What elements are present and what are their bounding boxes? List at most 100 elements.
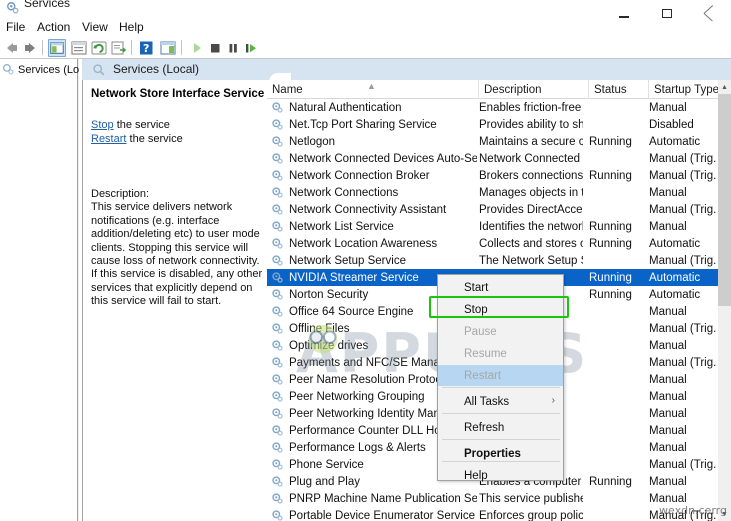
minimize-icon: [618, 16, 629, 18]
table-row[interactable]: Network Connected Devices Auto-Set... Net…: [267, 150, 719, 167]
maximize-button[interactable]: [645, 0, 688, 20]
cell-startup: Manual (Trig.: [649, 458, 717, 471]
start-service-button[interactable]: [188, 39, 206, 57]
restart-service-link[interactable]: Restart: [91, 133, 126, 145]
table-row[interactable]: Network Connections Manages objects in th…: [267, 184, 719, 201]
context-menu-item-pause: Pause: [438, 321, 563, 342]
close-button[interactable]: [688, 0, 731, 20]
table-row[interactable]: Natural Authentication Enables friction-f…: [267, 99, 719, 116]
scroll-down-button[interactable]: ▼: [718, 507, 731, 521]
column-header-status[interactable]: Status: [589, 80, 649, 99]
service-gear-icon: [272, 119, 283, 130]
service-gear-icon: [272, 153, 283, 164]
service-gear-icon: [272, 136, 283, 147]
cell-status: Running: [589, 169, 632, 182]
toolbar-separator-2: [131, 40, 132, 55]
cell-name: Network Connections: [289, 186, 399, 199]
service-gear-icon: [272, 340, 283, 351]
back-button[interactable]: [2, 39, 20, 57]
cell-name: Natural Authentication: [289, 101, 402, 114]
menu-action[interactable]: Action: [31, 20, 76, 34]
vertical-scrollbar[interactable]: ▲ ▼: [718, 80, 731, 521]
service-gear-icon: [272, 221, 283, 232]
menu-view[interactable]: View: [76, 20, 114, 34]
cell-status: Running: [589, 135, 632, 148]
service-gear-icon: [272, 204, 283, 215]
table-row[interactable]: Netlogon Maintains a secure cha... Running…: [267, 133, 719, 150]
scroll-up-button[interactable]: ▲: [718, 80, 731, 94]
cell-startup: Automatic: [649, 288, 701, 301]
context-menu-item-label: Pause: [464, 325, 497, 338]
minimize-button[interactable]: [602, 0, 645, 20]
cell-status: [589, 354, 641, 371]
service-detail-pane: Network Store Interface Service Stop the…: [82, 80, 266, 521]
table-row[interactable]: Portable Device Enumerator Service Enforc…: [267, 507, 719, 521]
table-row[interactable]: Network Connectivity Assistant Provides D…: [267, 201, 719, 218]
service-gear-icon: [272, 459, 283, 470]
context-menu-separator-4: [442, 461, 560, 462]
cell-status: Running: [589, 475, 632, 488]
cell-description: Maintains a secure cha...: [479, 135, 583, 148]
scrollbar-thumb[interactable]: [718, 94, 731, 306]
cell-startup: Manual: [649, 492, 687, 505]
context-menu-item-start[interactable]: Start: [438, 277, 563, 298]
service-gear-icon: [272, 187, 283, 198]
cell-name: Network Connected Devices Auto-Set...: [289, 152, 477, 165]
context-menu-item-restart: Restart: [438, 365, 563, 386]
context-menu-item-refresh[interactable]: Refresh: [438, 417, 563, 438]
stop-service-link[interactable]: Stop: [91, 119, 114, 131]
context-menu-item-stop[interactable]: Stop: [438, 299, 563, 320]
cell-startup: Manual: [649, 441, 687, 454]
table-row[interactable]: Net.Tcp Port Sharing Service Provides abi…: [267, 116, 719, 133]
menu-bar: File Action View Help: [0, 20, 731, 37]
table-row[interactable]: Network Setup Service The Network Setup S…: [267, 252, 719, 269]
menu-file[interactable]: File: [0, 20, 31, 34]
context-menu-item-help[interactable]: Help: [438, 465, 563, 486]
service-gear-icon: [272, 357, 283, 368]
cell-startup: Manual: [649, 305, 687, 318]
tree-item-services-local[interactable]: Services (Loca: [2, 63, 91, 76]
cell-startup: Manual: [649, 373, 687, 386]
title-bar: Services: [0, 0, 731, 21]
cell-status: Running: [589, 220, 632, 233]
cell-description: Brokers connections t...: [479, 169, 583, 182]
table-row[interactable]: Network Location Awareness Collects and s…: [267, 235, 719, 252]
table-row[interactable]: Network List Service Identifies the netwo…: [267, 218, 719, 235]
restart-service-button[interactable]: [242, 39, 260, 57]
context-menu-item-all-tasks[interactable]: All Tasks ›: [438, 391, 563, 412]
service-gear-icon: [272, 323, 283, 334]
properties-button[interactable]: [70, 39, 88, 57]
context-menu-item-label: Properties: [464, 447, 521, 460]
forward-button[interactable]: [22, 39, 40, 57]
cell-name: Network Connectivity Assistant: [289, 203, 447, 216]
toolbar-separator-1: [42, 40, 43, 55]
svg-text:?: ?: [143, 42, 149, 55]
help-button[interactable]: ?: [137, 39, 155, 57]
context-menu-separator-2: [442, 413, 560, 414]
table-row[interactable]: Network Connection Broker Brokers connect…: [267, 167, 719, 184]
close-icon: [704, 8, 716, 18]
cell-startup: Manual (Trig.: [649, 203, 717, 216]
tab-services-local[interactable]: Services (Local): [113, 62, 199, 76]
window-title: Services: [24, 0, 71, 10]
service-gear-icon: [272, 102, 283, 113]
restart-service-suffix: the service: [126, 133, 183, 145]
cell-name: Netlogon: [289, 135, 336, 148]
show-action-pane-button[interactable]: [159, 39, 177, 57]
service-gear-icon: [272, 289, 283, 300]
service-gear-icon: [272, 238, 283, 249]
show-hide-console-tree-button[interactable]: [48, 39, 66, 57]
export-list-button[interactable]: [110, 39, 128, 57]
cell-description: Identifies the networks...: [479, 220, 583, 233]
pause-service-button[interactable]: [224, 39, 242, 57]
menu-help[interactable]: Help: [113, 20, 150, 34]
stop-service-button[interactable]: [206, 39, 224, 57]
cell-status: [589, 184, 641, 201]
refresh-button[interactable]: [90, 39, 108, 57]
cell-startup: Manual (Trig.: [649, 509, 717, 521]
stop-service-suffix: the service: [113, 119, 170, 131]
cell-name: Net.Tcp Port Sharing Service: [289, 118, 437, 131]
column-header-description[interactable]: Description: [479, 80, 589, 99]
table-row[interactable]: PNRP Machine Name Publication Serv... Thi…: [267, 490, 719, 507]
cell-description: Network Connected D...: [479, 152, 583, 165]
